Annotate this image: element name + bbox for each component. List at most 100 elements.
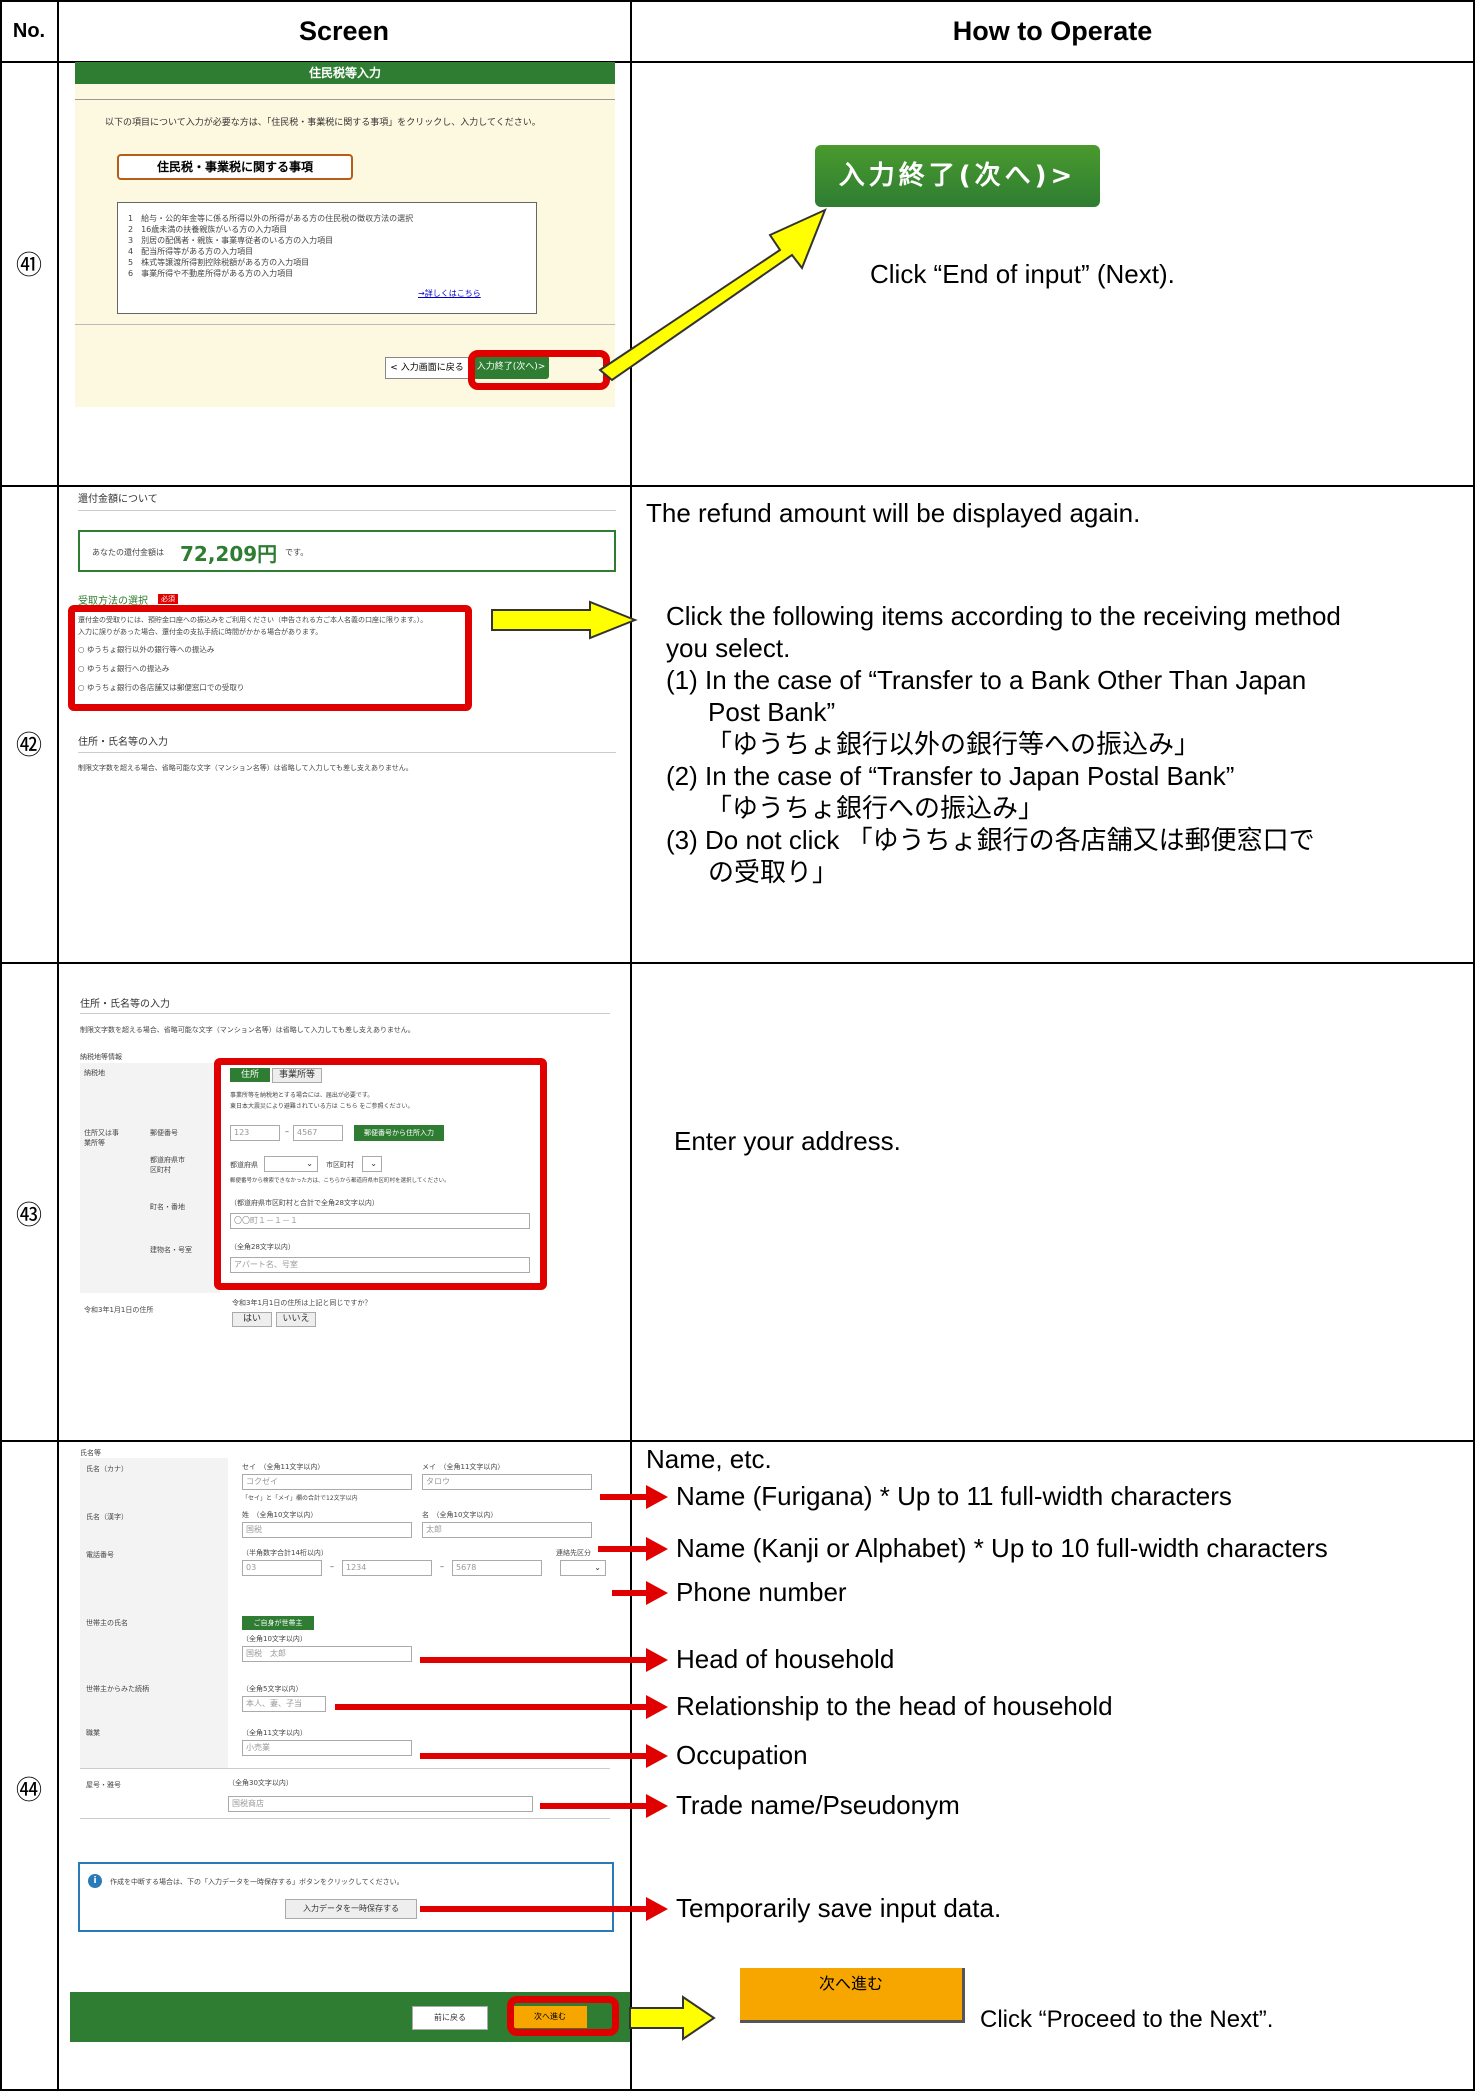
label-postal: 郵便番号 — [150, 1129, 178, 1137]
op-next: Click “Proceed to the Next”. — [980, 2006, 1274, 2033]
back-to-input-button[interactable]: < 入力画面に戻る — [385, 357, 469, 379]
label-nozeichi: 納税地 — [84, 1069, 105, 1077]
highlight-method-options — [68, 605, 472, 711]
head-name-input[interactable]: 国税 太郎 — [242, 1646, 412, 1662]
info-icon: i — [88, 1874, 102, 1888]
highlight-next-button — [507, 1996, 619, 2036]
r43-note: 制限文字数を超える場合、省略可能な文字（マンション名等）は省略して入力しても差し… — [80, 1026, 415, 1034]
label-phone: 電話番号 — [86, 1551, 114, 1559]
occupation-input[interactable]: 小売業 — [242, 1740, 412, 1756]
sei-kana-input[interactable]: コクゼイ — [242, 1474, 412, 1490]
head-hint: （全角10文字以内） — [242, 1635, 307, 1643]
mei-hint: メイ （全角11文字以内） — [422, 1463, 505, 1471]
header-no: No. — [12, 19, 46, 42]
sei-hint: セイ （全角11文字以内） — [242, 1463, 325, 1471]
row-number-42: ㊷ — [15, 731, 42, 761]
header-screen: Screen — [298, 15, 390, 46]
occupation-hint: （全角11文字以内） — [242, 1729, 307, 1737]
list-item: 2 16歳未満の扶養親族がいる方の入力項目 — [128, 225, 288, 234]
op-para: Click the following items according to t… — [666, 601, 1341, 663]
op-case-1-jp: 「ゆうちょ銀行以外の銀行等への振込み」 — [706, 729, 1201, 759]
op-name-etc: Name, etc. — [646, 1444, 772, 1474]
info-box: i 作成を中断する場合は、下の「入力データを一時保存する」ボタンをクリックしてく… — [78, 1862, 614, 1932]
op-phone: Phone number — [676, 1577, 847, 1607]
screen-title-bar: 住民税等入力 — [75, 62, 615, 84]
next-button-large[interactable]: 次へ進む — [740, 1968, 965, 2023]
jan1-yes-button[interactable]: はい — [232, 1312, 272, 1327]
refund-suffix: です。 — [285, 548, 309, 557]
kana-note: 「セイ」と「メイ」欄の合計で12文字以内 — [242, 1495, 358, 1502]
details-link[interactable]: →詳しくはこちら — [418, 288, 481, 299]
address-note: 制限文字数を超える場合、省略可能な文字（マンション名等）は省略して入力しても差し… — [78, 764, 413, 772]
phone-1-input[interactable]: 03 — [242, 1560, 322, 1576]
op-case-1: (1) In the case of “Transfer to a Bank O… — [666, 665, 1307, 695]
label-pref: 都道府県市区町村 — [150, 1156, 185, 1174]
label-kana: 氏名（カナ） — [86, 1465, 128, 1473]
list-item: 5 株式等譲渡所得割控除税額がある方の入力項目 — [128, 258, 310, 267]
row-number-43: ㊸ — [15, 1201, 42, 1231]
phone-2-input[interactable]: 1234 — [342, 1560, 432, 1576]
label-trade-name: 屋号・雅号 — [86, 1781, 121, 1789]
end-input-button-large[interactable]: 入力終了(次へ)> — [815, 145, 1100, 207]
r44-label-column — [80, 1458, 228, 1768]
mei-kanji-input[interactable]: 太郎 — [422, 1522, 592, 1538]
r43-sub: 納税地等情報 — [80, 1053, 122, 1061]
mei-kanji-hint: 名 （全角10文字以内） — [422, 1511, 498, 1519]
relationship-hint: （全角5文字以内） — [242, 1685, 303, 1693]
phone-3-input[interactable]: 5678 — [452, 1560, 542, 1576]
op-kanji: Name (Kanji or Alphabet) * Up to 10 full… — [676, 1533, 1328, 1563]
op-trade: Trade name/Pseudonym — [676, 1790, 960, 1820]
trade-hint: （全角30文字以内） — [228, 1779, 293, 1787]
intro-text: 以下の項目について入力が必要な方は、「住民税・事業税に関する事項」をクリックし、… — [105, 118, 541, 128]
back-button[interactable]: 前に戻る — [412, 2006, 488, 2030]
trade-name-input[interactable]: 国税商店 — [228, 1796, 533, 1812]
row-number-44: ㊹ — [15, 1776, 42, 1806]
jan1-no-button[interactable]: いいえ — [276, 1312, 316, 1327]
op-case-1b: Post Bank” — [708, 697, 836, 727]
label-head-of-household: 世帯主の氏名 — [86, 1619, 128, 1627]
op-head: Head of household — [676, 1644, 895, 1674]
op-refund-redisplay: The refund amount will be displayed agai… — [646, 498, 1141, 528]
required-badge: 必須 — [158, 594, 178, 604]
label-town: 町名・番地 — [150, 1203, 185, 1211]
refund-prefix: あなたの還付金額は — [92, 548, 164, 557]
items-list-box: 1 給与・公的年金等に係る所得以外の所得がある方の住民税の徴収方法の選択 2 1… — [117, 202, 537, 314]
relationship-input[interactable]: 本人、妻、子当 — [242, 1696, 326, 1712]
save-temporarily-button[interactable]: 入力データを一時保存する — [285, 1899, 417, 1919]
row-number-41: ㊶ — [15, 251, 42, 281]
mei-kana-input[interactable]: タロウ — [422, 1474, 592, 1490]
highlight-end-button — [468, 350, 610, 390]
yellow-arrow-icon — [598, 208, 827, 382]
items-list: 1 給与・公的年金等に係る所得以外の所得がある方の住民税の徴収方法の選択 2 1… — [128, 213, 413, 279]
phone-type-label: 連絡先区分 — [556, 1549, 591, 1557]
phone-type-select[interactable]: ⌄ — [560, 1560, 606, 1576]
list-item: 6 事業所得や不動産所得がある方の入力項目 — [128, 269, 294, 278]
op-case-2: (2) In the case of “Transfer to Japan Po… — [666, 761, 1235, 791]
r43-heading: 住所・氏名等の入力 — [80, 999, 170, 1010]
jan1-question: 令和3年1月1日の住所は上記と同じですか？ — [232, 1299, 372, 1307]
op-end-input: Click “End of input” (Next). — [870, 259, 1175, 289]
op-method-instructions: Click the following items according to t… — [666, 600, 1386, 888]
list-item: 1 給与・公的年金等に係る所得以外の所得がある方の住民税の徴収方法の選択 — [128, 214, 414, 223]
op-case-3: (3) Do not click 「ゆうちょ銀行の各店舗又は郵便窓口で — [666, 825, 1315, 855]
list-item: 4 配当所得等がある方の入力項目 — [128, 247, 254, 256]
label-jan1-address: 令和3年1月1日の住所 — [84, 1306, 154, 1314]
phone-hint: （半角数字合計14桁以内） — [242, 1549, 328, 1557]
right-arrow-icon — [491, 600, 638, 640]
op-case-3b: の受取り」 — [708, 857, 839, 887]
label-relationship: 世帯主からみた続柄 — [86, 1685, 149, 1693]
label-kanji: 氏名（漢字） — [86, 1513, 128, 1521]
sei-kanji-input[interactable]: 国税 — [242, 1522, 412, 1538]
r44-sub: 氏名等 — [80, 1449, 101, 1457]
list-item: 3 別居の配偶者・親族・事業専従者のいる方の入力項目 — [128, 236, 334, 245]
self-head-button[interactable]: ご自身が世帯主 — [242, 1616, 314, 1630]
highlight-address — [214, 1058, 547, 1290]
op-save: Temporarily save input data. — [676, 1893, 1002, 1923]
op-relationship: Relationship to the head of household — [676, 1691, 1113, 1721]
op-occupation: Occupation — [676, 1740, 808, 1770]
refund-box: あなたの還付金額は 72,209円 です。 — [78, 530, 616, 572]
resident-tax-section-button[interactable]: 住民税・事業税に関する事項 — [117, 154, 353, 180]
label-occupation: 職業 — [86, 1729, 100, 1737]
op-kana: Name (Furigana) * Up to 11 full-width ch… — [676, 1481, 1232, 1511]
label-address: 住所又は事業所等 — [84, 1129, 119, 1147]
